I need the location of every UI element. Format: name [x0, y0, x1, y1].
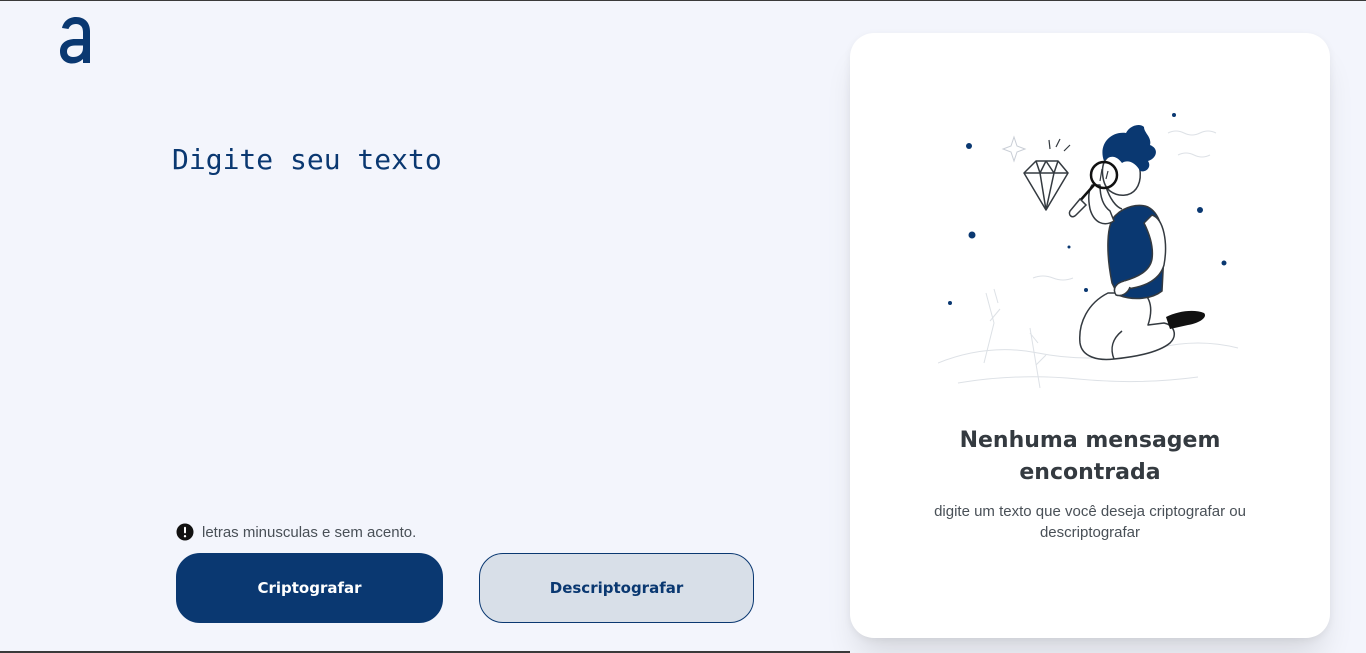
input-hint: letras minusculas e sem acento.: [176, 523, 416, 541]
top-border: [0, 0, 1366, 1]
encrypt-button[interactable]: Criptografar: [176, 553, 443, 623]
empty-message-title: Nenhuma mensagem encontrada: [959, 428, 1221, 485]
empty-message-subtitle: digite um texto que você deseja criptogr…: [934, 503, 1246, 541]
person-with-magnifier-illustration: [937, 103, 1248, 393]
alura-logo-icon: [56, 14, 96, 70]
exclamation-circle-icon: [176, 523, 194, 541]
hint-text: letras minusculas e sem acento.: [202, 523, 417, 541]
decrypt-button[interactable]: Descriptografar: [479, 553, 754, 623]
output-card: Nenhuma mensagem encontrada digite um te…: [850, 33, 1330, 638]
message-input[interactable]: [172, 138, 752, 488]
